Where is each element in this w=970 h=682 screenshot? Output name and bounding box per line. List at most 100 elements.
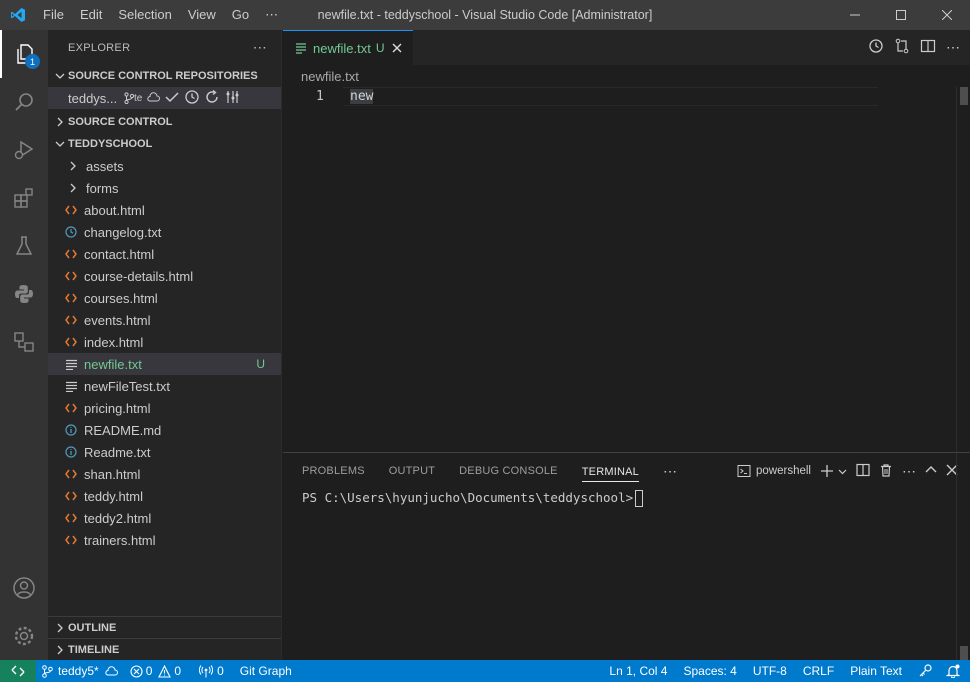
file-item[interactable]: shan.html bbox=[48, 463, 281, 485]
file-item[interactable]: Readme.txt bbox=[48, 441, 281, 463]
file-item[interactable]: about.html bbox=[48, 199, 281, 221]
folder-item[interactable]: assets bbox=[48, 155, 281, 177]
editor-scrollbar[interactable] bbox=[956, 87, 970, 452]
menu-view[interactable]: View bbox=[180, 0, 224, 30]
current-line-highlight bbox=[343, 87, 878, 106]
graph-icon[interactable] bbox=[224, 89, 240, 108]
file-item[interactable]: index.html bbox=[48, 331, 281, 353]
file-item[interactable]: teddy.html bbox=[48, 485, 281, 507]
language-mode[interactable]: Plain Text bbox=[842, 660, 910, 682]
tab-debug-console[interactable]: DEBUG CONSOLE bbox=[459, 453, 558, 489]
branch-name: teddy5* bbox=[58, 664, 99, 678]
breadcrumb[interactable]: newfile.txt bbox=[283, 65, 970, 87]
menu-edit[interactable]: Edit bbox=[72, 0, 110, 30]
folder-item[interactable]: forms bbox=[48, 177, 281, 199]
menu-file[interactable]: File bbox=[35, 0, 72, 30]
section-source-control-repositories[interactable]: SOURCE CONTROL REPOSITORIES bbox=[48, 65, 281, 87]
remote-indicator[interactable] bbox=[0, 660, 36, 682]
html-file-icon bbox=[64, 469, 78, 479]
file-label: newFileTest.txt bbox=[84, 378, 170, 394]
split-terminal-icon[interactable] bbox=[856, 463, 870, 480]
file-item[interactable]: newFileTest.txt bbox=[48, 375, 281, 397]
timeline-history-icon[interactable] bbox=[868, 38, 884, 57]
file-item[interactable]: README.md bbox=[48, 419, 281, 441]
section-label: SOURCE CONTROL bbox=[68, 116, 173, 128]
text-file-icon bbox=[64, 359, 78, 370]
manage-button[interactable] bbox=[0, 612, 48, 660]
account-icon bbox=[13, 577, 35, 599]
sidebar-more-icon[interactable]: ⋯ bbox=[253, 39, 267, 56]
tab-terminal[interactable]: TERMINAL bbox=[581, 462, 639, 482]
live-share-button[interactable] bbox=[910, 660, 940, 682]
history-icon[interactable] bbox=[184, 89, 200, 108]
terminal-scrollbar[interactable] bbox=[956, 453, 970, 660]
tab-newfile[interactable]: newfile.txt U bbox=[283, 30, 413, 65]
key-icon bbox=[919, 664, 932, 677]
breadcrumb-file[interactable]: newfile.txt bbox=[301, 69, 359, 84]
text-editor[interactable]: 1 new bbox=[283, 87, 970, 452]
scrollbar-thumb[interactable] bbox=[960, 87, 968, 105]
file-item[interactable]: events.html bbox=[48, 309, 281, 331]
refresh-icon[interactable] bbox=[204, 89, 220, 108]
terminal-shell[interactable]: powershell bbox=[737, 464, 811, 478]
git-graph-button[interactable]: Git Graph bbox=[234, 660, 298, 682]
more-actions-icon[interactable]: ⋯ bbox=[902, 463, 916, 480]
encoding[interactable]: UTF-8 bbox=[745, 660, 795, 682]
explorer-button[interactable]: 1 bbox=[0, 30, 48, 78]
menu-more[interactable]: ⋯ bbox=[257, 0, 286, 30]
search-button[interactable] bbox=[0, 78, 48, 126]
section-outline[interactable]: OUTLINE bbox=[48, 616, 281, 638]
cloud-sync-icon[interactable] bbox=[146, 91, 161, 106]
file-item[interactable]: newfile.txt U bbox=[48, 353, 281, 375]
python-button[interactable] bbox=[0, 270, 48, 318]
indentation[interactable]: Spaces: 4 bbox=[675, 660, 744, 682]
remote-explorer-button[interactable] bbox=[0, 318, 48, 366]
testing-button[interactable] bbox=[0, 222, 48, 270]
open-changes-icon[interactable] bbox=[894, 38, 910, 57]
file-item[interactable]: pricing.html bbox=[48, 397, 281, 419]
menu-selection[interactable]: Selection bbox=[110, 0, 179, 30]
file-label: about.html bbox=[84, 202, 145, 218]
close-tab-icon[interactable] bbox=[392, 40, 402, 56]
more-actions-icon[interactable]: ⋯ bbox=[946, 39, 960, 56]
cursor-position[interactable]: Ln 1, Col 4 bbox=[601, 660, 675, 682]
html-file-icon bbox=[64, 337, 78, 347]
file-item[interactable]: trainers.html bbox=[48, 529, 281, 551]
section-source-control[interactable]: SOURCE CONTROL bbox=[48, 111, 281, 133]
split-editor-icon[interactable] bbox=[920, 38, 936, 57]
tab-problems[interactable]: PROBLEMS bbox=[302, 453, 365, 489]
file-item[interactable]: contact.html bbox=[48, 243, 281, 265]
run-debug-button[interactable] bbox=[0, 126, 48, 174]
close-window-button[interactable] bbox=[924, 0, 970, 30]
accounts-button[interactable] bbox=[0, 564, 48, 612]
terminal-output[interactable]: PS C:\Users\hyunjucho\Documents\teddysch… bbox=[302, 490, 644, 507]
problems-status[interactable]: 0 0 bbox=[124, 660, 187, 682]
scrollbar-thumb[interactable] bbox=[960, 646, 968, 660]
trash-icon[interactable] bbox=[879, 463, 893, 480]
section-teddyschool[interactable]: TEDDYSCHOOL bbox=[48, 133, 281, 155]
end-of-line[interactable]: CRLF bbox=[795, 660, 842, 682]
extensions-button[interactable] bbox=[0, 174, 48, 222]
maximize-button[interactable] bbox=[878, 0, 924, 30]
repo-row[interactable]: teddys... te bbox=[48, 87, 281, 109]
file-item[interactable]: changelog.txt bbox=[48, 221, 281, 243]
minimize-button[interactable] bbox=[832, 0, 878, 30]
panel-more-icon[interactable]: ⋯ bbox=[663, 453, 677, 489]
maximize-panel-icon[interactable] bbox=[925, 464, 937, 479]
info-file-icon bbox=[64, 446, 78, 458]
code-line[interactable]: new bbox=[350, 87, 374, 106]
file-item[interactable]: course-details.html bbox=[48, 265, 281, 287]
repo-branch-label: te bbox=[134, 92, 143, 104]
new-terminal-icon[interactable] bbox=[820, 464, 847, 478]
chevron-down-icon bbox=[52, 139, 68, 149]
notifications-button[interactable] bbox=[940, 660, 970, 682]
menu-go[interactable]: Go bbox=[224, 0, 257, 30]
branch-icon[interactable]: te bbox=[124, 92, 142, 104]
section-timeline[interactable]: TIMELINE bbox=[48, 638, 281, 660]
ports-status[interactable]: 0 bbox=[193, 660, 230, 682]
tab-output[interactable]: OUTPUT bbox=[389, 453, 435, 489]
file-item[interactable]: teddy2.html bbox=[48, 507, 281, 529]
branch-status[interactable]: teddy5* bbox=[36, 660, 124, 682]
file-item[interactable]: courses.html bbox=[48, 287, 281, 309]
commit-check-icon[interactable] bbox=[164, 90, 180, 107]
